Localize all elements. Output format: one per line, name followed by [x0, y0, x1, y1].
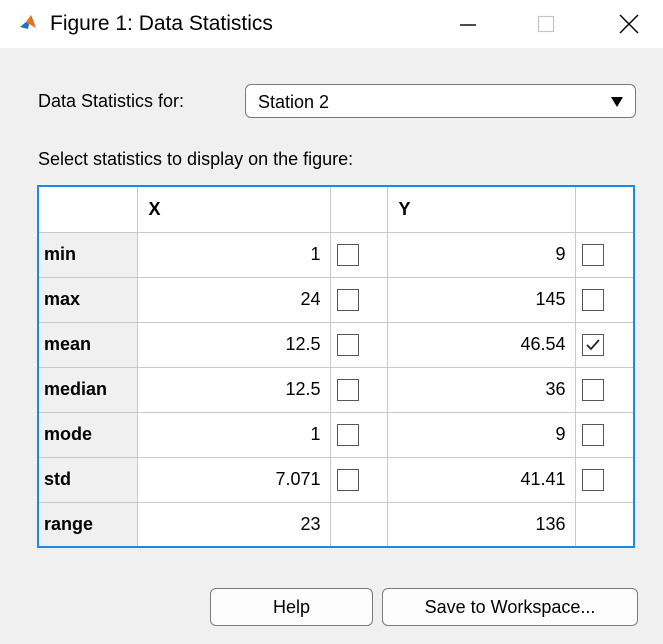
y-value: 36: [386, 366, 576, 413]
stat-name: mean: [37, 321, 138, 368]
x-checkbox-cell: [329, 231, 388, 278]
x-checkbox[interactable]: [336, 468, 359, 491]
stat-name: max: [37, 276, 138, 323]
station-dropdown[interactable]: Station 2: [245, 84, 636, 118]
x-value: 23: [136, 501, 331, 548]
help-button[interactable]: Help: [210, 588, 373, 626]
station-label: Data Statistics for:: [38, 91, 185, 111]
x-value: 7.071: [136, 456, 331, 503]
y-checkbox-cell: [574, 321, 635, 368]
header-y-check: [574, 185, 635, 233]
table-row: max 24 145: [37, 276, 635, 323]
x-checkbox[interactable]: [336, 288, 359, 311]
y-checkbox-cell: [574, 276, 635, 323]
table-row: min 1 9: [37, 231, 635, 278]
x-checkbox-cell: [329, 366, 388, 413]
x-value: 12.5: [136, 366, 331, 413]
y-checkbox-cell: [574, 501, 635, 548]
stat-name: std: [37, 456, 138, 503]
y-checkbox-cell: [574, 366, 635, 413]
y-value: 41.41: [386, 456, 576, 503]
title-bar: Figure 1: Data Statistics: [0, 0, 663, 48]
y-checkbox-cell: [574, 456, 635, 503]
y-value: 9: [386, 231, 576, 278]
x-value: 12.5: [136, 321, 331, 368]
header-y: Y: [386, 185, 576, 233]
checkmark-icon: [585, 339, 600, 350]
stat-name: min: [37, 231, 138, 278]
x-checkbox-cell: [329, 321, 388, 368]
header-x-check: [329, 185, 388, 233]
x-checkbox-cell: [329, 456, 388, 503]
stat-name: median: [37, 366, 138, 413]
y-checkbox-cell: [574, 411, 635, 458]
save-to-workspace-button[interactable]: Save to Workspace...: [382, 588, 638, 626]
table-header-row: X Y: [37, 185, 635, 233]
minimize-button[interactable]: [440, 0, 496, 48]
x-value: 1: [136, 231, 331, 278]
x-checkbox[interactable]: [336, 378, 359, 401]
window-title: Figure 1: Data Statistics: [50, 12, 273, 35]
table-row: median 12.5 36: [37, 366, 635, 413]
y-checkbox-cell: [574, 231, 635, 278]
matlab-icon: [18, 13, 38, 33]
y-checkbox[interactable]: [581, 243, 604, 266]
x-checkbox[interactable]: [336, 333, 359, 356]
minimize-icon: [460, 24, 476, 26]
station-selected-value: Station 2: [258, 92, 330, 112]
x-checkbox-cell: [329, 276, 388, 323]
y-value: 145: [386, 276, 576, 323]
x-value: 1: [136, 411, 331, 458]
y-checkbox[interactable]: [581, 468, 604, 491]
close-button[interactable]: [601, 0, 657, 48]
x-checkbox[interactable]: [336, 243, 359, 266]
instructions-text: Select statistics to display on the figu…: [38, 149, 354, 169]
y-checkbox[interactable]: [581, 378, 604, 401]
y-checkbox[interactable]: [581, 288, 604, 311]
y-value: 46.54: [386, 321, 576, 368]
stat-name: range: [37, 501, 138, 548]
x-value: 24: [136, 276, 331, 323]
x-checkbox-cell: [329, 501, 388, 548]
y-checkbox[interactable]: [581, 333, 604, 356]
table-row: range 23 136: [37, 501, 635, 548]
header-corner: [37, 185, 138, 233]
maximize-button[interactable]: [518, 0, 574, 48]
x-checkbox-cell: [329, 411, 388, 458]
dropdown-arrow-icon: [611, 97, 623, 107]
y-value: 136: [386, 501, 576, 548]
table-row: std 7.071 41.41: [37, 456, 635, 503]
header-x: X: [136, 185, 331, 233]
y-value: 9: [386, 411, 576, 458]
statistics-table: X Y min 1 9 max 24 145 mean 12.5 46.54 median 12.5…: [37, 185, 635, 548]
stat-name: mode: [37, 411, 138, 458]
y-checkbox[interactable]: [581, 423, 604, 446]
table-row: mean 12.5 46.54: [37, 321, 635, 368]
close-icon: [619, 14, 639, 34]
table-row: mode 1 9: [37, 411, 635, 458]
maximize-icon: [537, 15, 555, 33]
x-checkbox[interactable]: [336, 423, 359, 446]
